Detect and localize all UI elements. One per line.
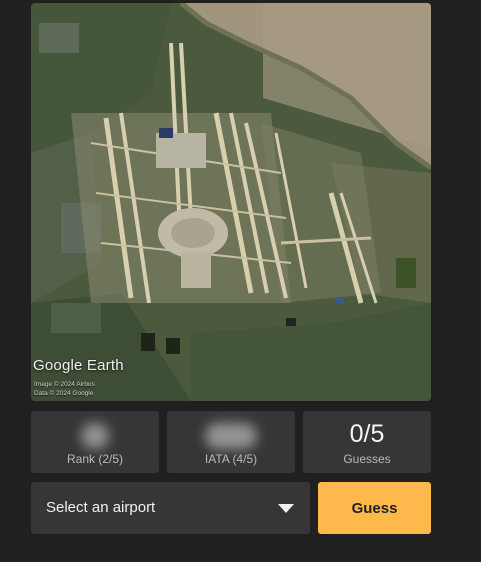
airport-satellite-view xyxy=(31,3,431,401)
iata-hint-label: IATA (4/5) xyxy=(204,452,258,466)
guesses-label: Guesses xyxy=(343,452,391,466)
rank-hint-label: Rank (2/5) xyxy=(66,452,124,466)
imagery-attribution: Image © 2024 Airbus xyxy=(34,381,95,388)
data-attribution: Data © 2024 Google xyxy=(34,390,94,397)
airport-select[interactable]: Select an airport xyxy=(31,482,310,534)
iata-hint-card: IATA (4/5) xyxy=(167,411,295,473)
satellite-image: Google Earth Image © 2024 Airbus Data © … xyxy=(31,3,431,401)
iata-hidden-value xyxy=(205,423,257,449)
rank-hidden-value xyxy=(81,423,109,449)
google-earth-logo: Google Earth xyxy=(33,357,124,374)
guesses-count: 0/5 xyxy=(349,420,385,448)
rank-hint-card: Rank (2/5) xyxy=(31,411,159,473)
caret-down-icon xyxy=(278,504,294,513)
airport-select-placeholder: Select an airport xyxy=(46,499,156,516)
guesses-card: 0/5 Guesses xyxy=(303,411,431,473)
guess-button[interactable]: Guess xyxy=(318,482,431,534)
